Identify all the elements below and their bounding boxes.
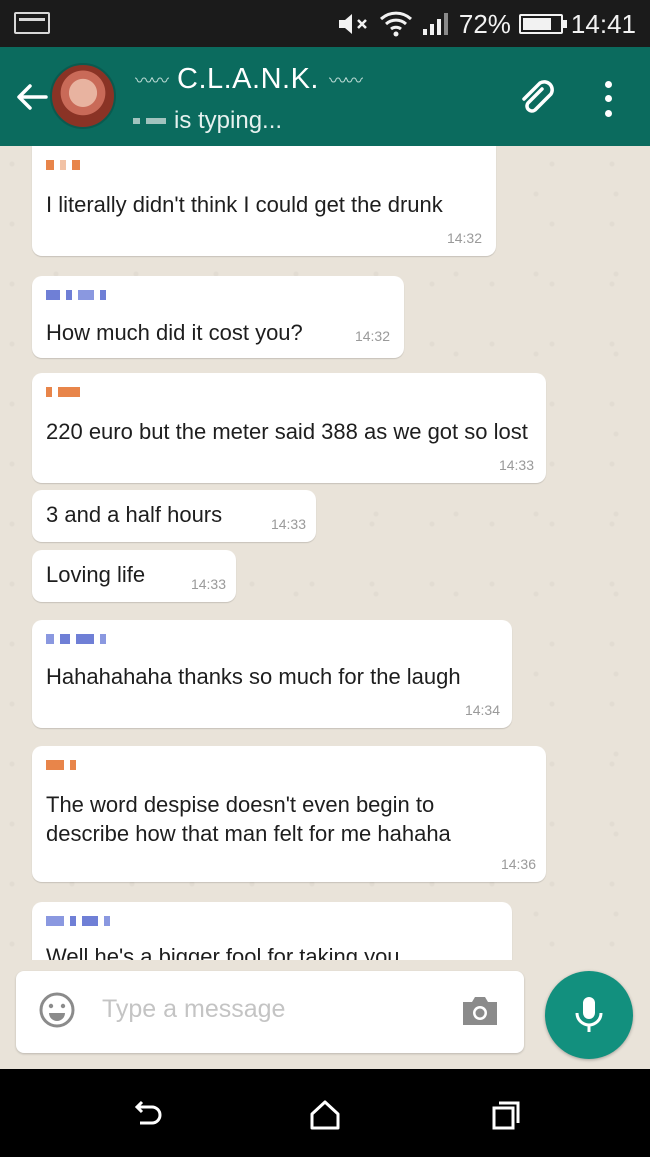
mute-icon [337,11,371,37]
sender-name-redacted [46,760,76,770]
avatar[interactable] [50,63,116,129]
wifi-icon [379,9,413,39]
sender-name-redacted [46,160,80,170]
overflow-menu-icon[interactable] [596,77,620,121]
message-time: 14:36 [500,856,536,872]
message-text: How much did it cost you? [46,320,303,345]
message-text: Loving life [46,562,146,587]
message-text: Well he's a bigger fool for taking you [46,944,400,960]
signal-icon [421,11,451,37]
sender-name-redacted [46,634,106,644]
message-time: 14:32 [446,230,482,246]
status-bar: 72% 14:41 [0,0,650,47]
message-bubble[interactable]: How much did it cost you? 14:32 [32,276,404,358]
message-bubble[interactable]: Well he's a bigger fool for taking you [32,902,512,960]
sender-name-redacted [46,387,80,397]
back-icon[interactable] [130,1097,166,1133]
back-arrow-icon[interactable] [12,77,52,117]
attach-icon[interactable] [514,77,558,121]
battery-percent: 72% [458,8,511,39]
chat-header: 〰〰 C.L.A.N.K. 〰〰 is typing... [0,47,650,146]
typing-indicator: is typing... [133,107,282,135]
message-bubble[interactable]: Loving life 14:33 [32,550,236,602]
message-time: 14:34 [464,702,500,718]
sender-name-redacted [46,916,110,926]
message-bubble[interactable]: I literally didn't think I could get the… [32,146,496,256]
decoration-squiggle: 〰〰 [135,70,169,91]
sender-name-redacted [46,290,106,300]
chat-title: C.L.A.N.K. [177,63,319,95]
camera-icon[interactable] [460,995,500,1027]
mic-button[interactable] [545,971,633,1059]
battery-icon [518,14,567,34]
message-input[interactable]: Type a message [102,995,285,1024]
message-text: I literally didn't think I could get the… [46,192,443,217]
decoration-squiggle: 〰〰 [329,70,363,91]
message-bubble[interactable]: 220 euro but the meter said 388 as we go… [32,373,546,483]
recents-icon[interactable] [488,1097,524,1133]
message-bubble[interactable]: Hahahahaha thanks so much for the laugh … [32,620,512,728]
message-time: 14:33 [498,457,534,473]
message-time: 14:32 [354,328,390,344]
message-text: Hahahahaha thanks so much for the laugh [46,664,461,689]
screenshot-icon [14,12,50,34]
message-list[interactable]: I literally didn't think I could get the… [0,146,650,960]
status-icons: 72% 14:41 [337,8,636,40]
message-text: 3 and a half hours [46,502,223,527]
message-time: 14:33 [270,516,306,532]
clock: 14:41 [570,8,636,39]
mic-icon [575,997,603,1032]
message-bubble[interactable]: The word despise doesn't even begin to d… [32,746,546,882]
chat-title-row[interactable]: 〰〰 C.L.A.N.K. 〰〰 [135,63,363,96]
message-text: 220 euro but the meter said 388 as we go… [46,419,528,444]
typing-user-redacted [133,118,166,124]
message-input-bar: Type a message [16,971,524,1053]
home-icon[interactable] [307,1097,343,1133]
message-text: The word despise doesn't even begin to d… [46,792,451,846]
emoji-icon[interactable] [38,991,76,1029]
system-nav-bar [0,1069,650,1157]
message-bubble[interactable]: 3 and a half hours 14:33 [32,490,316,542]
typing-status: is typing... [174,107,283,134]
message-time: 14:33 [190,576,226,592]
